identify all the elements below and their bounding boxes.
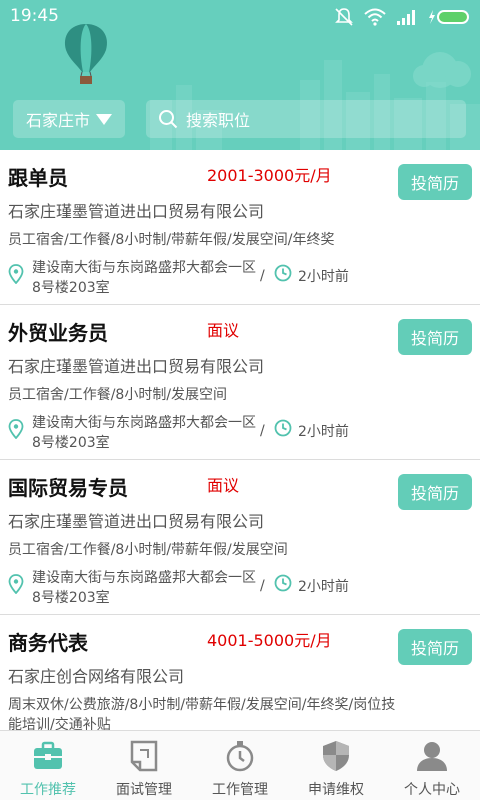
tab-rights-protection[interactable]: 申请维权 xyxy=(288,731,384,800)
job-benefits: 员工宿舍/工作餐/8小时制/带薪年假/发展空间 xyxy=(8,542,288,558)
company-name: 石家庄瑾墨管道进出口贸易有限公司 xyxy=(8,357,265,376)
battery-charging-icon xyxy=(429,10,469,24)
job-salary: 2001-3000元/月 xyxy=(207,166,332,185)
status-time: 19:45 xyxy=(10,6,59,26)
tab-label: 工作管理 xyxy=(212,782,268,798)
posted-time: 2小时前 xyxy=(298,269,349,285)
apply-button[interactable]: 投简历 xyxy=(398,629,472,665)
job-search-input[interactable]: 搜索职位 xyxy=(146,100,466,138)
tab-personal-center[interactable]: 个人中心 xyxy=(384,731,480,800)
company-name: 石家庄瑾墨管道进出口贸易有限公司 xyxy=(8,202,265,221)
tab-label: 个人中心 xyxy=(404,782,460,798)
job-address: 建设南大街与东岗路盛邦大都会一区8号楼203室 xyxy=(32,415,256,451)
notification-muted-icon xyxy=(335,8,353,26)
location-pin-icon xyxy=(8,264,24,284)
apply-button[interactable]: 投简历 xyxy=(398,474,472,510)
job-title: 跟单员 xyxy=(8,166,68,190)
search-placeholder: 搜索职位 xyxy=(186,111,251,130)
bottom-nav: 工作推荐 面试管理 工作管理 申请维权 个人中心 xyxy=(0,730,480,800)
job-card[interactable]: 外贸业务员 面议 投简历 石家庄瑾墨管道进出口贸易有限公司 员工宿舍/工作餐/8… xyxy=(0,305,480,460)
wifi-icon xyxy=(364,8,386,26)
job-meta: 建设南大街与东岗路盛邦大都会一区8号楼203室 / 2小时前 xyxy=(8,568,468,608)
posted-time: 2小时前 xyxy=(298,579,349,595)
job-address: 建设南大街与东岗路盛邦大都会一区8号楼203室 xyxy=(32,570,256,606)
job-title: 商务代表 xyxy=(8,631,88,655)
location-pin-icon xyxy=(8,574,24,594)
apply-button[interactable]: 投简历 xyxy=(398,164,472,200)
job-title: 外贸业务员 xyxy=(8,321,108,345)
separator: / xyxy=(260,578,265,594)
job-title: 国际贸易专员 xyxy=(8,476,128,500)
job-benefits: 周末双休/公费旅游/8小时制/带薪年假/发展空间/年终奖/岗位技能培训/交通补贴 xyxy=(8,697,396,730)
posted-time: 2小时前 xyxy=(298,424,349,440)
job-benefits: 员工宿舍/工作餐/8小时制/带薪年假/发展空间/年终奖 xyxy=(8,232,335,248)
clock-icon xyxy=(274,264,292,282)
job-card[interactable]: 商务代表 4001-5000元/月 投简历 石家庄创合网络有限公司 周末双休/公… xyxy=(0,615,480,730)
shield-icon xyxy=(323,741,349,771)
tab-interview-management[interactable]: 面试管理 xyxy=(96,731,192,800)
document-icon xyxy=(130,740,158,772)
city-selector[interactable]: 石家庄市 xyxy=(13,100,125,138)
city-selector-label: 石家庄市 xyxy=(25,111,90,130)
clock-icon xyxy=(274,574,292,592)
job-card[interactable]: 跟单员 2001-3000元/月 投简历 石家庄瑾墨管道进出口贸易有限公司 员工… xyxy=(0,150,480,305)
job-salary: 4001-5000元/月 xyxy=(207,631,332,650)
apply-button[interactable]: 投简历 xyxy=(398,319,472,355)
tab-job-recommend[interactable]: 工作推荐 xyxy=(0,731,96,800)
status-icons xyxy=(334,6,472,28)
balloon-illustration xyxy=(64,24,108,84)
signal-icon xyxy=(397,10,415,25)
job-salary: 面议 xyxy=(207,476,240,495)
stopwatch-icon xyxy=(226,741,254,772)
clock-icon xyxy=(274,419,292,437)
job-meta: 建设南大街与东岗路盛邦大都会一区8号楼203室 / 2小时前 xyxy=(8,413,468,453)
company-name: 石家庄瑾墨管道进出口贸易有限公司 xyxy=(8,512,265,531)
app-header: 19:45 石家庄市 搜索职位 xyxy=(0,0,480,150)
separator: / xyxy=(260,423,265,439)
job-benefits: 员工宿舍/工作餐/8小时制/发展空间 xyxy=(8,387,228,403)
job-meta: 建设南大街与东岗路盛邦大都会一区8号楼203室 / 2小时前 xyxy=(8,258,468,298)
job-list[interactable]: 跟单员 2001-3000元/月 投简历 石家庄瑾墨管道进出口贸易有限公司 员工… xyxy=(0,150,480,730)
tab-label: 工作推荐 xyxy=(20,782,76,798)
job-card[interactable]: 国际贸易专员 面议 投简历 石家庄瑾墨管道进出口贸易有限公司 员工宿舍/工作餐/… xyxy=(0,460,480,615)
job-salary: 面议 xyxy=(207,321,240,340)
tab-label: 面试管理 xyxy=(116,782,172,798)
user-icon xyxy=(417,742,447,771)
tab-label: 申请维权 xyxy=(308,782,364,798)
job-address: 建设南大街与东岗路盛邦大都会一区8号楼203室 xyxy=(32,260,256,296)
briefcase-icon xyxy=(34,741,62,769)
separator: / xyxy=(260,268,265,284)
caret-down-icon xyxy=(96,113,112,125)
search-icon xyxy=(159,110,178,129)
tab-job-management[interactable]: 工作管理 xyxy=(192,731,288,800)
location-pin-icon xyxy=(8,419,24,439)
company-name: 石家庄创合网络有限公司 xyxy=(8,667,185,686)
